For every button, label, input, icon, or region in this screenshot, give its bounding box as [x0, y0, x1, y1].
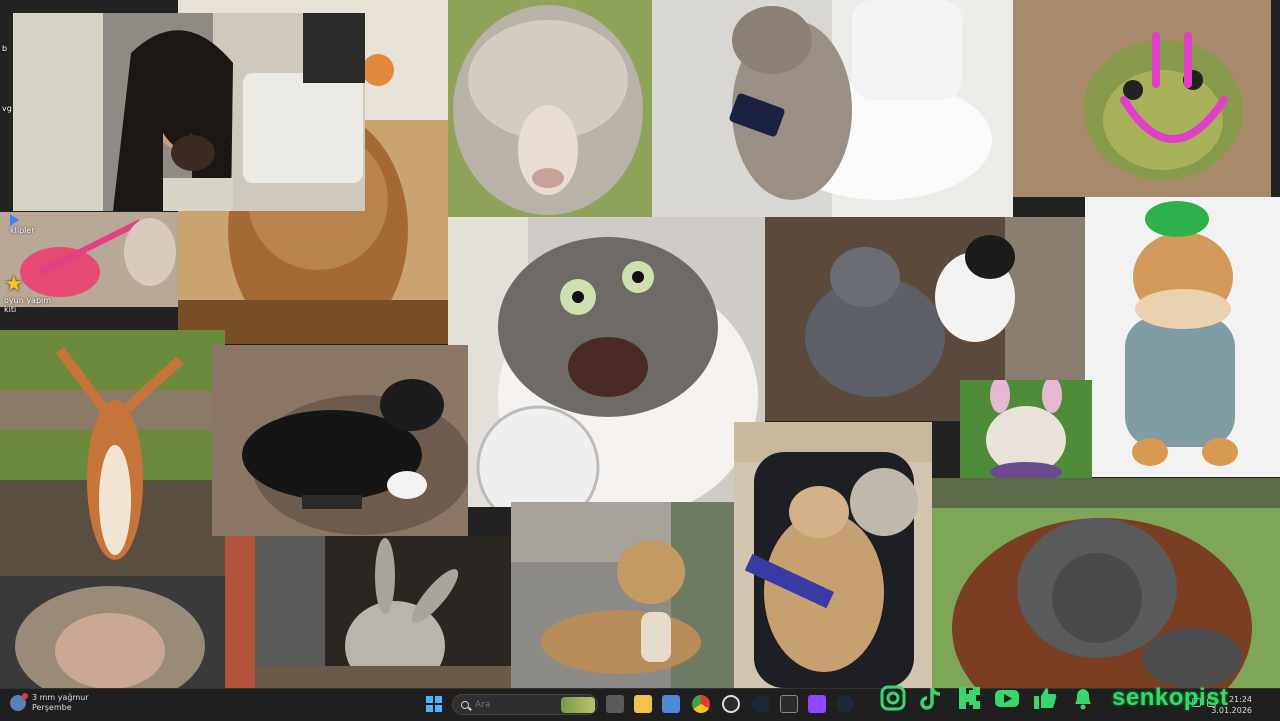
social-overlay: senkopist [880, 684, 1229, 712]
black-dog-photo [212, 345, 468, 536]
steam-icon[interactable] [752, 695, 770, 713]
obs-icon[interactable] [722, 695, 740, 713]
star-icon: ★ [4, 272, 24, 297]
desktop-icon-label: b [2, 44, 8, 53]
file-explorer-icon[interactable] [634, 695, 652, 713]
sheep-photo [448, 0, 652, 217]
brand-name: senkopist [1112, 684, 1229, 711]
squirrel-photo [0, 330, 225, 576]
tiktok-icon [920, 687, 941, 710]
desktop-icon-label: oyun yapım kiti [4, 296, 52, 314]
hat-cat-photo [1085, 197, 1280, 477]
bulldog-bunny-photo [960, 380, 1092, 480]
desktop-icon-vg[interactable]: vg [2, 104, 12, 113]
windows-logo-icon [426, 696, 433, 703]
twitch-icon[interactable] [808, 695, 826, 713]
search-highlight-image [561, 697, 595, 713]
gamer-cat-photo [734, 422, 932, 688]
desktop-icon-label: vg [2, 104, 12, 113]
donkey-photo [225, 536, 511, 688]
weather-day: Perşembe [32, 703, 72, 712]
kick-icon [959, 687, 980, 709]
clips-icon [10, 214, 19, 226]
desktop-icon-klipler[interactable]: klipler [10, 214, 35, 235]
store-icon[interactable] [662, 695, 680, 713]
chrome-icon[interactable] [692, 695, 710, 713]
task-view-icon[interactable] [606, 695, 624, 713]
steam-icon-2[interactable] [836, 695, 854, 713]
monkey-photo [0, 576, 225, 688]
search-icon [461, 700, 469, 709]
epic-games-icon[interactable] [780, 695, 798, 713]
desktop-icon-b[interactable]: b [2, 44, 7, 53]
orangutan-photo [932, 478, 1280, 688]
desktop-icon-oyun-yapim-kiti[interactable]: ★ oyun yapım kiti [4, 272, 54, 315]
weather-temp: 3 mm yağmur [32, 693, 89, 702]
bell-icon [1075, 689, 1091, 710]
weather-widget[interactable]: 3 mm yağmur Perşembe [10, 693, 89, 713]
instagram-icon [880, 685, 906, 711]
search-input[interactable] [475, 699, 565, 710]
weather-icon [10, 693, 28, 711]
smile-logo-icon [1116, 28, 1232, 158]
youtube-icon [995, 690, 1019, 707]
start-button[interactable] [426, 696, 442, 712]
puppy-bread-photo [511, 502, 734, 688]
cat-toilet-photo [652, 0, 1013, 217]
search-box[interactable] [452, 694, 598, 715]
webcam-feed [13, 13, 365, 211]
desktop-icon-label: klipler [10, 226, 35, 235]
shocked-cat-photo [448, 217, 765, 507]
like-icon [1034, 688, 1057, 709]
